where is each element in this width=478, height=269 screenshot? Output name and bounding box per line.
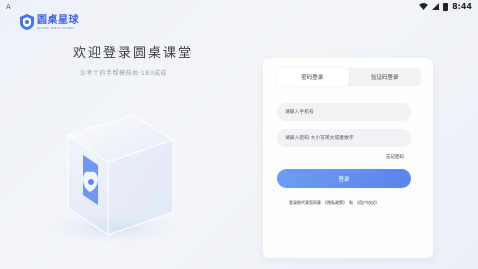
wifi-icon: [419, 3, 428, 10]
status-right: 8:44: [419, 2, 472, 11]
user-agreement-link[interactable]: 《用户协议》: [355, 200, 379, 206]
agreement-row: 登录即代表您同意 《隐私政策》 和 《用户协议》: [289, 200, 379, 206]
app-logo: 圆桌星球 ROUND TABLE PLANET: [20, 14, 79, 30]
shield-logo-icon: [20, 14, 34, 30]
status-time: 8:44: [452, 2, 472, 11]
phone-input[interactable]: [277, 103, 411, 121]
status-left-glyph: A: [6, 2, 11, 11]
login-tabs: 密码登录 验证码登录: [276, 68, 421, 86]
forgot-password-link[interactable]: 忘记密码: [386, 154, 404, 160]
logo-title: 圆桌星球: [37, 14, 79, 26]
privacy-policy-link[interactable]: 《隐私政策》: [323, 200, 347, 206]
password-input[interactable]: [277, 129, 411, 147]
welcome-title: 欢迎登录圆桌课堂: [73, 46, 194, 61]
battery-icon: [443, 2, 449, 11]
signal-icon: [432, 3, 440, 10]
login-card: 密码登录 验证码登录 忘记密码 登录 登录即代表您同意 《隐私政策》 和 《用户…: [263, 58, 433, 258]
agreement-prefix: 登录即代表您同意: [289, 200, 321, 205]
welcome-subtitle: 沙考个的手帮模前由·183成成: [80, 70, 167, 77]
login-button[interactable]: 登录: [277, 169, 411, 188]
logo-text: 圆桌星球 ROUND TABLE PLANET: [37, 15, 79, 30]
logo-subtitle: ROUND TABLE PLANET: [37, 25, 75, 30]
agreement-and: 和: [349, 200, 353, 205]
glass-cube-illustration: [41, 114, 185, 246]
tab-password-login[interactable]: 密码登录: [276, 68, 349, 86]
tab-code-login[interactable]: 验证码登录: [349, 68, 422, 86]
status-bar: A 8:44: [0, 0, 478, 13]
